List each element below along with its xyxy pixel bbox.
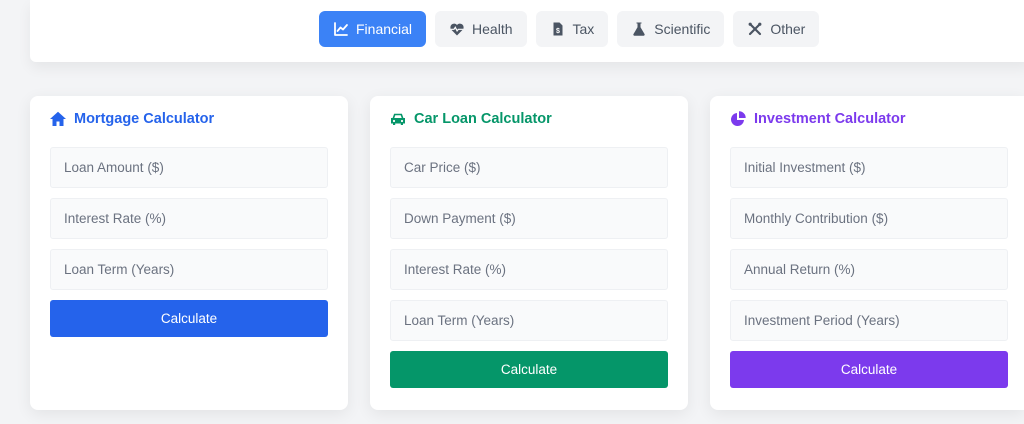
annual-return-input[interactable] [744, 262, 1007, 277]
category-nav: Financial Health $ Tax Scientific Other [30, 0, 1024, 62]
interest-rate-field[interactable] [50, 198, 328, 239]
card-title-text: Mortgage Calculator [74, 111, 215, 127]
card-title: Investment Calculator [729, 110, 906, 128]
flask-icon [631, 21, 647, 37]
card-title: Mortgage Calculator [49, 110, 214, 128]
initial-investment-input[interactable] [744, 160, 1007, 175]
mortgage-calculator-card: Mortgage Calculator Calculate [30, 96, 348, 410]
monthly-contribution-input[interactable] [744, 211, 1007, 226]
initial-investment-field[interactable] [730, 147, 1008, 188]
tab-health[interactable]: Health [435, 11, 527, 47]
heart-pulse-icon [449, 21, 465, 37]
chart-line-icon [333, 21, 349, 37]
card-title-text: Car Loan Calculator [414, 111, 552, 127]
tools-icon [747, 21, 763, 37]
svg-text:$: $ [556, 28, 560, 35]
loan-term-field[interactable] [50, 249, 328, 290]
down-payment-input[interactable] [404, 211, 667, 226]
card-title-text: Investment Calculator [754, 111, 906, 127]
tab-label: Scientific [654, 21, 711, 37]
tab-label: Financial [356, 21, 413, 37]
loan-amount-input[interactable] [64, 160, 327, 175]
investment-period-field[interactable] [730, 300, 1008, 341]
annual-return-field[interactable] [730, 249, 1008, 290]
interest-rate-field[interactable] [390, 249, 668, 290]
monthly-contribution-field[interactable] [730, 198, 1008, 239]
card-title: Car Loan Calculator [389, 110, 552, 128]
tab-label: Tax [572, 21, 595, 37]
pie-chart-icon [729, 110, 747, 128]
car-icon [389, 110, 407, 128]
loan-term-field[interactable] [390, 300, 668, 341]
tab-scientific[interactable]: Scientific [617, 11, 725, 47]
tab-label: Health [472, 21, 513, 37]
investment-calculate-button[interactable]: Calculate [730, 351, 1008, 388]
down-payment-field[interactable] [390, 198, 668, 239]
tab-label: Other [770, 21, 806, 37]
car-loan-calculate-button[interactable]: Calculate [390, 351, 668, 388]
tab-other[interactable]: Other [733, 11, 820, 47]
tab-tax[interactable]: $ Tax [535, 11, 609, 47]
loan-term-input[interactable] [404, 313, 667, 328]
home-icon [49, 110, 67, 128]
tab-financial[interactable]: Financial [319, 11, 427, 47]
loan-term-input[interactable] [64, 262, 327, 277]
mortgage-calculate-button[interactable]: Calculate [50, 300, 328, 337]
car-price-field[interactable] [390, 147, 668, 188]
category-tabs: Financial Health $ Tax Scientific Other [319, 11, 820, 47]
investment-calculator-card: Investment Calculator Calculate [710, 96, 1024, 410]
interest-rate-input[interactable] [404, 262, 667, 277]
car-price-input[interactable] [404, 160, 667, 175]
loan-amount-field[interactable] [50, 147, 328, 188]
file-invoice-icon: $ [550, 21, 566, 37]
car-loan-calculator-card: Car Loan Calculator Calculate [370, 96, 688, 410]
investment-period-input[interactable] [744, 313, 1007, 328]
interest-rate-input[interactable] [64, 211, 327, 226]
